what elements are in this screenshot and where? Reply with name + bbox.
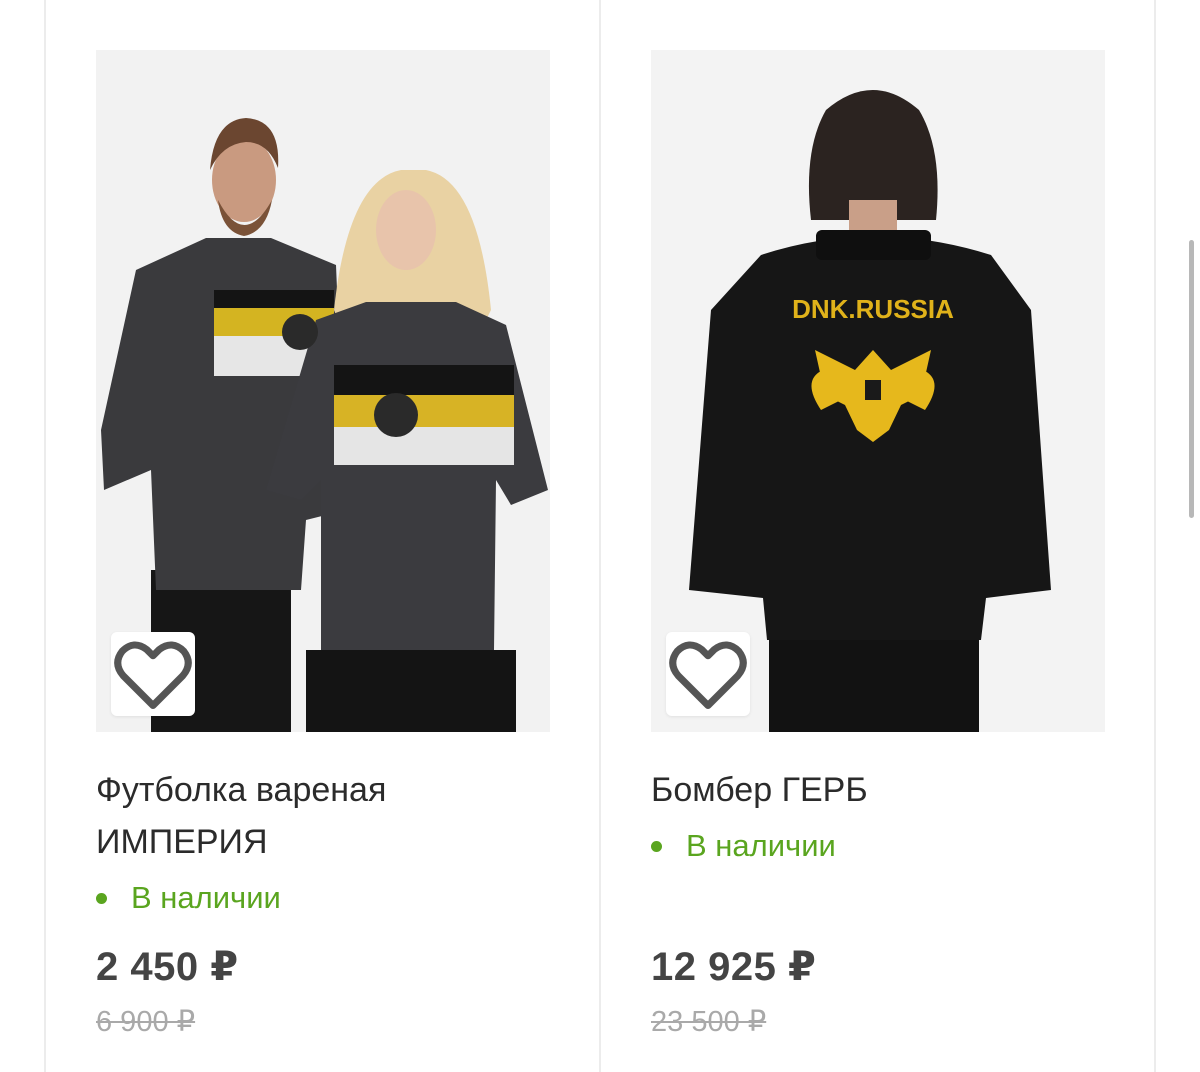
product-card-tshirt[interactable]: Футболка вареная ИМПЕРИЯ В наличии 2 450… [46, 0, 599, 1072]
old-price: 6 900 ₽ [96, 1006, 196, 1038]
heart-icon [669, 641, 747, 709]
stock-status: В наличии [651, 828, 836, 864]
vertical-scrollbar[interactable] [1189, 240, 1194, 518]
current-price: 12 925 ₽ [651, 945, 817, 989]
favorite-button[interactable] [666, 632, 750, 716]
current-price: 2 450 ₽ [96, 945, 239, 989]
bomber-photo: DNK.RUSSIA [651, 50, 1105, 732]
product-title-line-1: Бомбер ГЕРБ [651, 771, 868, 809]
product-card-bomber[interactable]: DNK.RUSSIA Бомбер ГЕРБ В наличии 12 925 … [601, 0, 1154, 1072]
heart-icon [114, 641, 192, 709]
stock-dot-icon [651, 840, 662, 852]
old-price: 23 500 ₽ [651, 1006, 767, 1038]
product-image[interactable]: DNK.RUSSIA [651, 50, 1105, 732]
stock-label: В наличии [131, 880, 281, 915]
product-title[interactable]: Бомбер ГЕРБ [651, 764, 1091, 816]
product-title-line-2: ИМПЕРИЯ [96, 823, 268, 861]
stock-status: В наличии [96, 880, 281, 916]
tshirt-photo [96, 50, 550, 732]
product-title[interactable]: Футболка вареная ИМПЕРИЯ [96, 764, 536, 868]
grid-divider-right [1154, 0, 1156, 1072]
stock-dot-icon [96, 892, 107, 904]
product-image[interactable] [96, 50, 550, 732]
favorite-button[interactable] [111, 632, 195, 716]
stock-label: В наличии [686, 828, 836, 863]
product-title-line-1: Футболка вареная [96, 771, 387, 809]
print-text: DNK.RUSSIA [792, 294, 954, 324]
